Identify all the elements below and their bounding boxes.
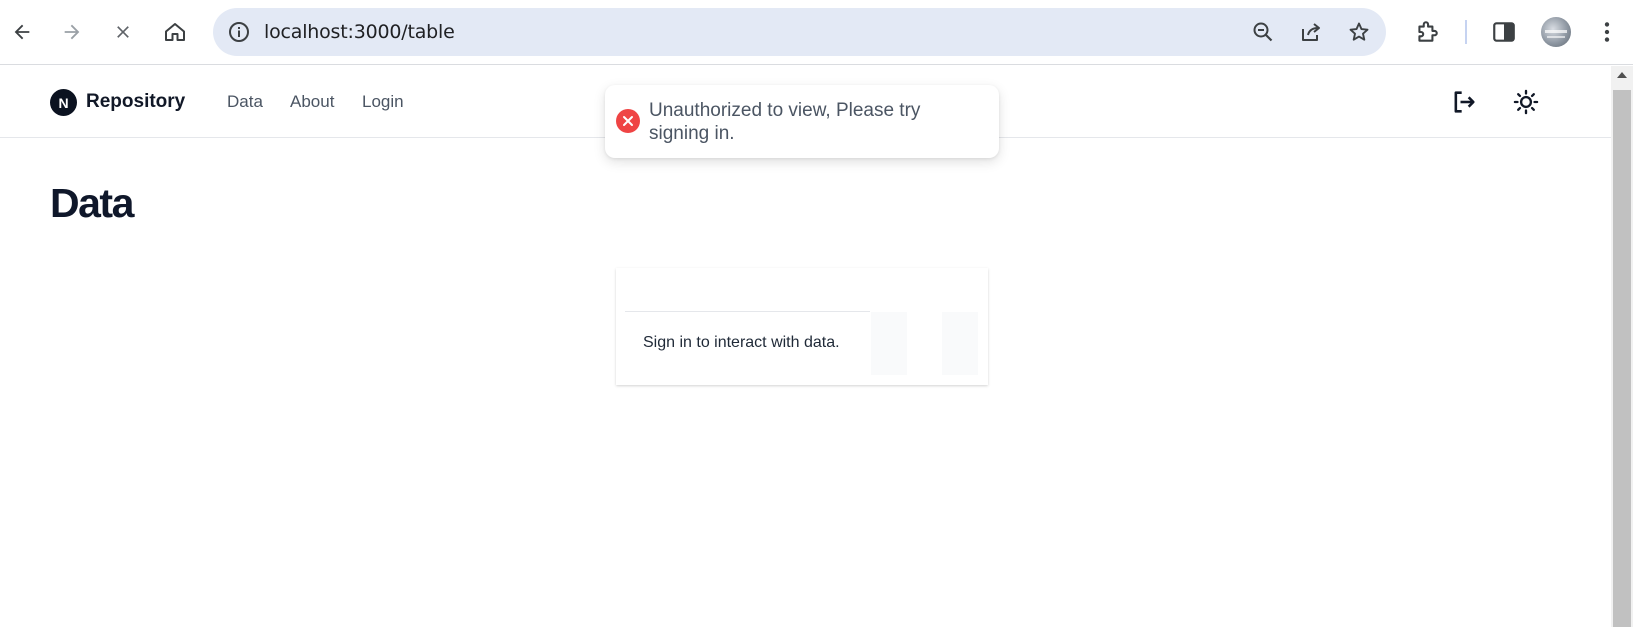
zoom-out-icon[interactable]	[1251, 20, 1275, 44]
toolbar-divider	[1465, 20, 1467, 44]
back-arrow-icon	[14, 24, 30, 40]
home-button[interactable]	[156, 13, 194, 51]
url-text[interactable]: localhost:3000/table	[264, 21, 455, 43]
back-button[interactable]	[3, 13, 41, 51]
toast-message: Unauthorized to view, Please try signing…	[649, 100, 921, 144]
scrollbar-thumb[interactable]	[1613, 90, 1631, 627]
extensions-icon[interactable]	[1414, 19, 1440, 45]
side-panel-icon[interactable]	[1491, 19, 1517, 45]
page-viewport: N Repository Data About Login Data Sign …	[0, 66, 1611, 627]
page-title: Data	[50, 180, 134, 226]
brand-name[interactable]: Repository	[86, 91, 185, 113]
stop-loading-icon	[117, 26, 129, 38]
bookmark-star-icon[interactable]	[1347, 20, 1371, 44]
scroll-up-arrow-icon[interactable]	[1617, 72, 1627, 78]
brand-logo[interactable]: N	[50, 89, 77, 116]
nav-link-login[interactable]: Login	[362, 92, 404, 112]
browser-toolbar: localhost:3000/table	[0, 0, 1633, 65]
kebab-menu-icon[interactable]	[1594, 19, 1620, 45]
address-bar[interactable]: localhost:3000/table	[213, 8, 1386, 56]
profile-avatar[interactable]	[1541, 17, 1571, 47]
data-table-card: Sign in to interact with data.	[616, 268, 988, 385]
home-icon	[165, 23, 185, 41]
nav-link-data[interactable]: Data	[227, 92, 263, 112]
logo-letter: N	[58, 94, 69, 111]
share-icon[interactable]	[1299, 20, 1323, 44]
forward-arrow-icon	[64, 24, 80, 40]
site-info-icon[interactable]	[227, 20, 251, 44]
error-x-icon	[616, 109, 640, 133]
error-toast[interactable]: Unauthorized to view, Please try signing…	[605, 85, 999, 158]
table-cell-placeholder	[871, 312, 907, 375]
login-icon[interactable]	[1450, 88, 1478, 116]
nav-link-about[interactable]: About	[290, 92, 334, 112]
stop-loading-button[interactable]	[104, 13, 142, 51]
forward-button[interactable]	[53, 13, 91, 51]
table-header-divider	[625, 311, 870, 312]
page-scrollbar[interactable]	[1611, 66, 1633, 627]
table-cell-placeholder	[942, 312, 978, 375]
table-empty-message: Sign in to interact with data.	[643, 334, 840, 351]
theme-toggle-sun-icon[interactable]	[1512, 88, 1540, 116]
